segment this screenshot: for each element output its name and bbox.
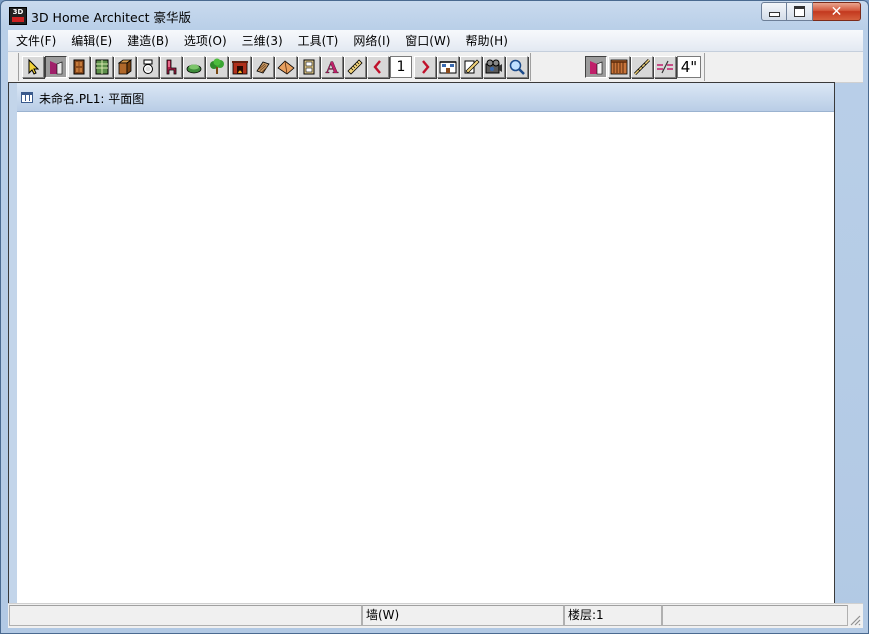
floor-plan-window: 未命名.PL1: 平面图 [8,82,835,605]
floor-plan-icon[interactable] [21,92,33,103]
elevation-view-icon [439,61,456,74]
toilet-icon [142,59,153,74]
wall-active-button[interactable] [584,56,607,78]
appliance-tool-button[interactable] [297,56,320,78]
elevation-view-button[interactable] [436,56,459,78]
railing-icon [610,59,627,75]
ruler-icon [346,59,363,75]
stairs-tool-button[interactable] [251,56,274,78]
wall-icon [49,61,62,75]
select-tool-button[interactable] [21,56,44,78]
fireplace-icon [231,61,248,75]
menu-file[interactable]: 文件(F) [8,31,63,51]
fixture-tool-button[interactable] [136,56,159,78]
landscape-tool-button[interactable] [205,56,228,78]
stair-wall-button[interactable] [630,56,653,78]
menu-tools[interactable]: 工具(T) [290,31,346,51]
dimension-tool-button[interactable] [343,56,366,78]
wall-thickness-display[interactable]: 4" [677,56,701,78]
roof-tool-button[interactable] [274,56,297,78]
tree-icon [209,58,224,74]
menu-edit[interactable]: 编辑(E) [63,31,119,51]
title-bar[interactable]: 3D 3D Home Architect 豪华版 ✕ [1,1,868,29]
cabinet-tool-button[interactable] [113,56,136,78]
document-title-bar[interactable]: 未命名.PL1: 平面图 [17,83,834,112]
door-tool-button[interactable] [67,56,90,78]
cabinet-icon [117,59,132,75]
menu-build[interactable]: 建造(B) [119,31,176,51]
close-icon: ✕ [830,3,843,20]
menu-network[interactable]: 网络(I) [345,31,397,51]
floor-up-button[interactable] [413,56,436,78]
break-wall-icon [656,60,673,74]
menu-bar: 文件(F) 编辑(E) 建造(B) 选项(O) 三维(3) 工具(T) 网络(I… [8,30,863,52]
fireplace-tool-button[interactable] [228,56,251,78]
toolbar: A 1 4" [8,52,863,83]
status-message [9,605,362,626]
status-floor: 楼层:1 [564,605,662,626]
cross-section-icon [464,59,479,74]
document-left-border [9,83,17,604]
sofa-tool-button[interactable] [182,56,205,78]
document-title: 未命名.PL1: 平面图 [39,92,145,106]
chevron-left-icon [372,60,381,74]
window-tool-button[interactable] [90,56,113,78]
camera-view-button[interactable] [482,56,505,78]
zoom-button[interactable] [505,56,528,78]
status-extra [662,605,848,626]
resize-grip-icon[interactable] [849,614,861,626]
zoom-icon [509,59,525,75]
floor-down-button[interactable] [366,56,389,78]
window-icon [95,59,108,75]
close-button[interactable]: ✕ [813,2,861,21]
door-icon [73,59,84,75]
railing-button[interactable] [607,56,630,78]
menu-help[interactable]: 帮助(H) [458,31,515,51]
menu-3d[interactable]: 三维(3) [234,31,290,51]
appliance-icon [303,59,314,75]
maximize-button[interactable] [787,2,813,21]
minimize-icon [768,12,780,17]
app-icon[interactable]: 3D [9,7,27,25]
chair-icon [166,59,176,75]
app-window: 3D 3D Home Architect 豪华版 ✕ 文件(F) 编辑(E) 建… [0,0,869,634]
stairs-icon [255,61,270,74]
menu-options[interactable]: 选项(O) [176,31,234,51]
window-title: 3D Home Architect 豪华版 [31,10,191,25]
break-wall-button[interactable] [653,56,676,78]
app-icon-label: 3D [12,8,24,16]
svg-text:A: A [324,58,338,76]
minimize-button[interactable] [761,2,787,21]
chevron-right-icon [421,60,430,74]
sofa-icon [186,64,201,74]
text-icon: A [324,58,338,76]
wall-active-icon [589,61,602,75]
toolbar-wall-group: 4" [582,53,705,81]
maximize-icon [794,6,805,17]
select-arrow-icon [28,58,39,75]
stair-wall-icon [633,58,650,76]
floor-number-display: 1 [390,56,412,78]
roof-icon [276,60,295,75]
text-tool-button[interactable]: A [320,56,343,78]
wall-tool-button[interactable] [44,56,67,78]
menu-window[interactable]: 窗口(W) [397,31,457,51]
drawing-canvas[interactable] [17,112,834,604]
status-bar: 墙(W) 楼层:1 [8,603,863,628]
cross-section-button[interactable] [459,56,482,78]
camera-icon [485,59,502,74]
furniture-tool-button[interactable] [159,56,182,78]
toolbar-build-group: A 1 [18,53,531,81]
status-tool: 墙(W) [362,605,564,626]
